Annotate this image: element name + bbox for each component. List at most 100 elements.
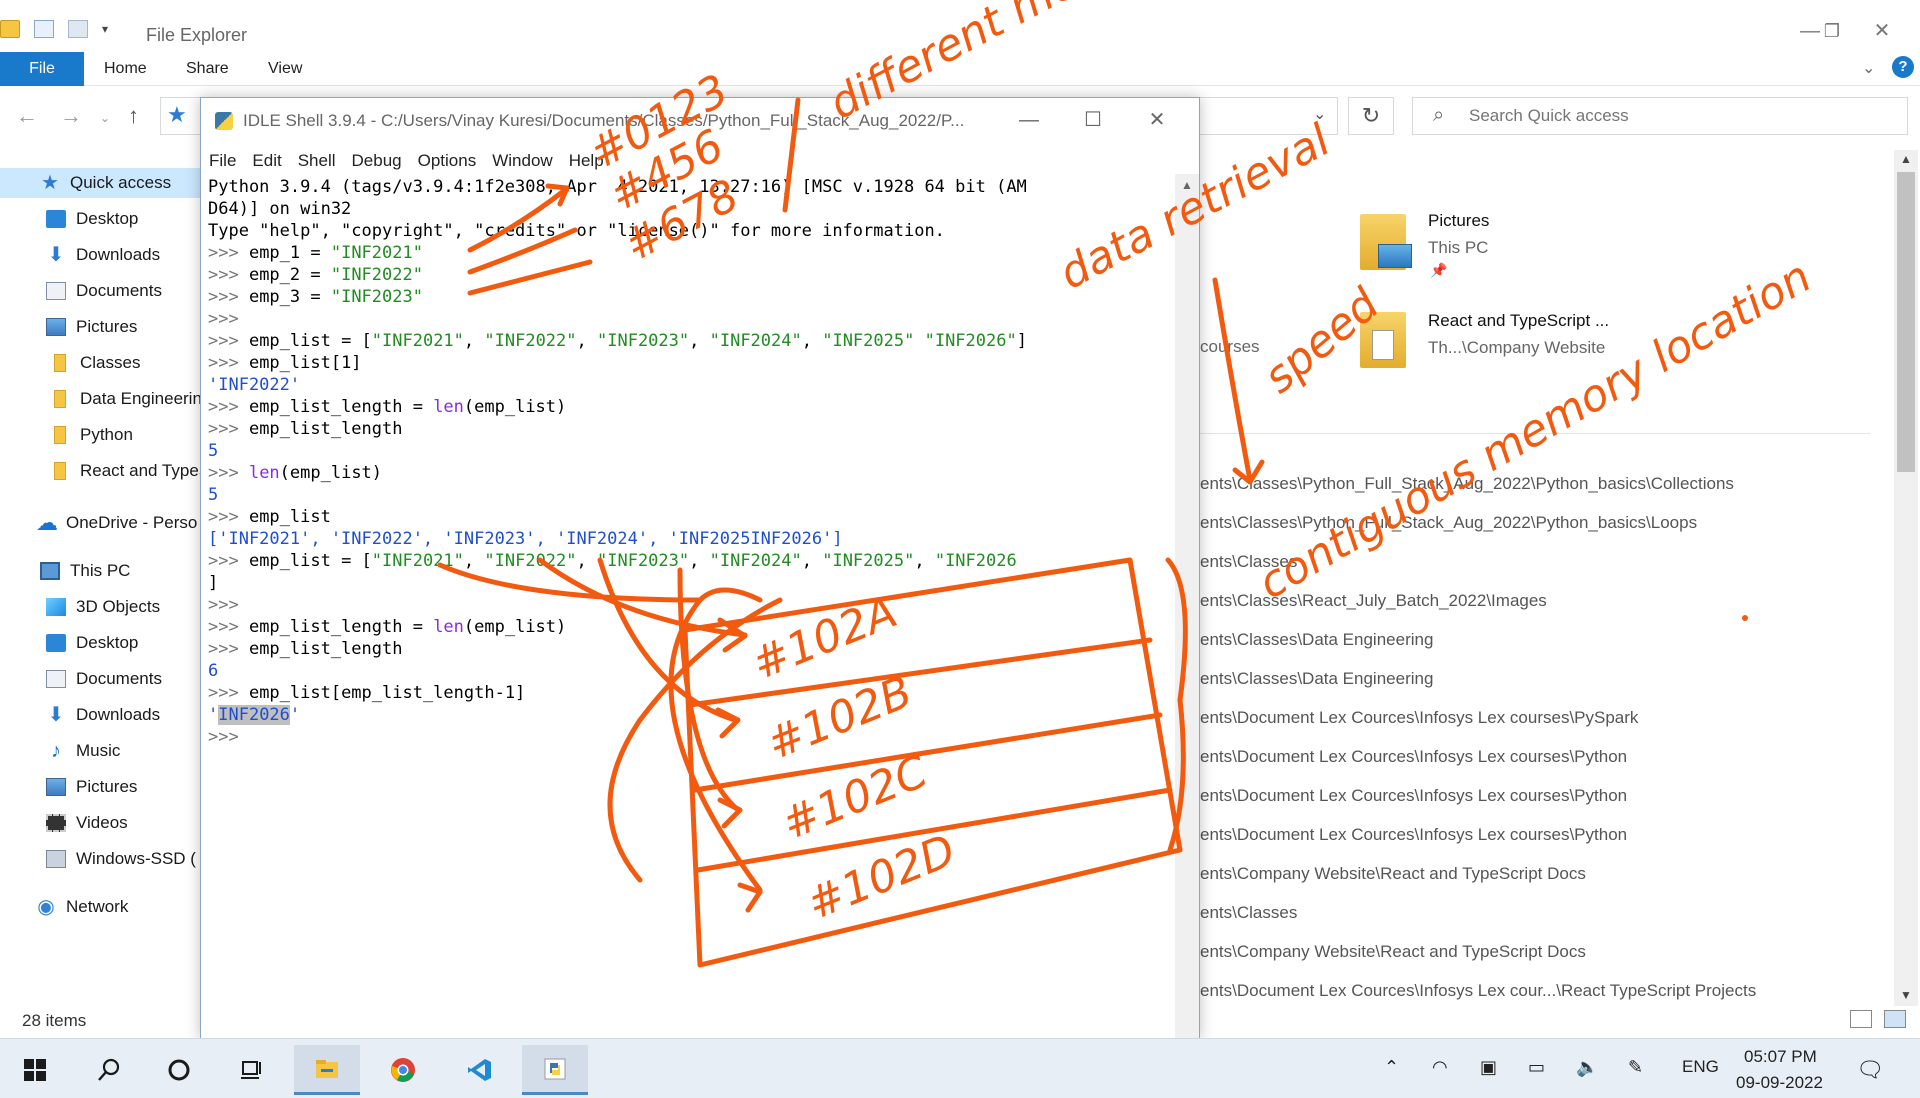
clock-date[interactable]: 09-09-2022 — [1736, 1073, 1823, 1093]
cortana-button[interactable] — [146, 1045, 212, 1095]
wifi-icon[interactable]: ◠ — [1432, 1057, 1448, 1078]
scroll-up-icon[interactable]: ▲ — [1894, 152, 1918, 166]
pen-icon[interactable]: ✎ — [1628, 1057, 1643, 1078]
chevron-down-icon[interactable]: ⌄ — [1313, 104, 1326, 124]
scroll-up-icon[interactable]: ▲ — [1175, 178, 1199, 192]
recent-file-path[interactable]: ents\Document Lex Cources\Infosys Lex co… — [1200, 786, 1627, 806]
recent-file-path[interactable]: ents\Classes\Data Engineering — [1200, 630, 1433, 650]
meet-now-icon[interactable]: ▣ — [1480, 1057, 1497, 1078]
shell-line: ['INF2021', 'INF2022', 'INF2023', 'INF20… — [208, 529, 843, 549]
taskbar-file-explorer[interactable] — [294, 1045, 360, 1095]
sidebar-item[interactable]: Pictures — [0, 312, 210, 342]
search-box[interactable]: ⌕ — [1412, 97, 1908, 135]
notifications-icon[interactable]: 🗨 — [1856, 1057, 1884, 1083]
idle-menu-help[interactable]: Help — [561, 148, 612, 174]
recent-file-path[interactable]: ents\Document Lex Cources\Infosys Lex co… — [1200, 981, 1756, 1001]
sidebar-item[interactable]: Desktop — [0, 204, 210, 234]
battery-icon[interactable]: ▭ — [1528, 1057, 1545, 1078]
sidebar-item-label: Videos — [76, 813, 128, 832]
sidebar-item[interactable]: Pictures — [0, 772, 210, 802]
new-folder-icon[interactable] — [68, 20, 88, 38]
task-view-button[interactable] — [218, 1045, 284, 1095]
recent-file-path[interactable]: ents\Document Lex Cources\Infosys Lex co… — [1200, 825, 1627, 845]
idle-menu-file[interactable]: File — [201, 148, 244, 174]
tab-view[interactable]: View — [252, 52, 318, 86]
minimize-button[interactable]: — — [1009, 106, 1049, 134]
recent-file-path[interactable]: ents\Classes\Data Engineering — [1200, 669, 1433, 689]
tab-share[interactable]: Share — [170, 52, 245, 86]
details-view-icon[interactable] — [1850, 1010, 1872, 1028]
taskbar-python-idle[interactable] — [522, 1045, 588, 1095]
sidebar-item[interactable]: This PC — [0, 556, 210, 586]
large-icons-view-icon[interactable] — [1884, 1010, 1906, 1028]
idle-window-title: IDLE Shell 3.9.4 - C:/Users/Vinay Kuresi… — [243, 111, 965, 130]
language-indicator[interactable]: ENG — [1682, 1057, 1719, 1077]
volume-icon[interactable]: 🔈 — [1576, 1057, 1598, 1078]
search-input[interactable] — [1469, 106, 1889, 126]
idle-menu-options[interactable]: Options — [410, 148, 485, 174]
folder-icon[interactable] — [0, 20, 20, 38]
sidebar-item[interactable]: ⬇ Downloads — [0, 700, 210, 730]
forward-arrow-icon[interactable]: → — [60, 103, 82, 129]
shell-line: ] — [208, 573, 219, 593]
start-button[interactable] — [2, 1045, 68, 1095]
recent-locations-icon[interactable]: ⌄ — [100, 111, 110, 125]
sidebar-item[interactable]: ★ Quick access — [0, 168, 210, 198]
show-hidden-icons-icon[interactable]: ⌃ — [1384, 1057, 1399, 1078]
sidebar-item[interactable]: ⬇ Downloads — [0, 240, 210, 270]
sidebar-item[interactable]: ☁ OneDrive - Perso — [0, 508, 210, 538]
sidebar-item[interactable]: Classes — [0, 348, 210, 378]
sidebar-item-label: 3D Objects — [76, 597, 161, 616]
idle-menu-window[interactable]: Window — [484, 148, 560, 174]
sidebar-item[interactable]: Documents — [0, 276, 210, 306]
sidebar-item[interactable]: React and TypeS — [0, 456, 210, 486]
sidebar-item[interactable]: ♪ Music — [0, 736, 210, 766]
up-arrow-icon[interactable]: ↑ — [128, 103, 139, 129]
scroll-down-icon[interactable]: ▼ — [1894, 988, 1918, 1002]
tab-home[interactable]: Home — [88, 52, 163, 86]
recent-file-path[interactable]: ents\Classes — [1200, 552, 1297, 572]
recent-file-path[interactable]: ents\Company Website\React and TypeScrip… — [1200, 942, 1586, 962]
shell-scrollbar[interactable]: ▲ — [1175, 174, 1199, 1038]
tab-file[interactable]: File — [0, 52, 84, 86]
refresh-button[interactable]: ↻ — [1348, 97, 1394, 135]
idle-menu-edit[interactable]: Edit — [244, 148, 289, 174]
close-button[interactable]: ✕ — [1137, 106, 1177, 134]
taskbar-vscode[interactable] — [446, 1045, 512, 1095]
sidebar-item[interactable]: Desktop — [0, 628, 210, 658]
sidebar-item[interactable]: Videos — [0, 808, 210, 838]
sidebar-item-label: Python — [80, 425, 133, 444]
search-button[interactable] — [76, 1045, 142, 1095]
vertical-scrollbar[interactable]: ▲ ▼ — [1894, 150, 1918, 1006]
sidebar-item[interactable]: Data Engineerin — [0, 384, 210, 414]
sidebar-item[interactable]: ◉ Network — [0, 892, 210, 922]
help-icon[interactable]: ? — [1892, 56, 1914, 78]
recent-file-path[interactable]: ents\Classes — [1200, 903, 1297, 923]
shell-output[interactable]: Python 3.9.4 (tags/v3.9.4:1f2e308, Apr 4… — [201, 176, 1173, 1038]
idle-menu-shell[interactable]: Shell — [290, 148, 344, 174]
back-arrow-icon[interactable]: ← — [16, 103, 38, 129]
chevron-down-icon[interactable]: ⌄ — [1862, 58, 1875, 78]
recent-file-path[interactable]: ents\Classes\Python_Full_Stack_Aug_2022\… — [1200, 474, 1734, 494]
idle-menu-debug[interactable]: Debug — [344, 148, 410, 174]
shell-line: >>> emp_3 = "INF2023" — [208, 287, 423, 307]
scrollbar-thumb[interactable] — [1897, 172, 1915, 472]
recent-file-path[interactable]: ents\Classes\React_July_Batch_2022\Image… — [1200, 591, 1547, 611]
recent-file-path[interactable]: ents\Company Website\React and TypeScrip… — [1200, 864, 1586, 884]
close-button[interactable]: ✕ — [1862, 16, 1902, 46]
maximize-button[interactable]: ☐ — [1073, 106, 1113, 134]
sidebar-item[interactable]: Documents — [0, 664, 210, 694]
restore-icon[interactable]: ❐ — [1812, 16, 1852, 46]
recent-file-path[interactable]: ents\Classes\Python_Full_Stack_Aug_2022\… — [1200, 513, 1697, 533]
shell-line: 'INF2026' — [208, 705, 301, 725]
sidebar-item[interactable]: 3D Objects — [0, 592, 210, 622]
recent-file-path[interactable]: ents\Document Lex Cources\Infosys Lex co… — [1200, 708, 1638, 728]
chevron-down-icon[interactable]: ▾ — [102, 22, 108, 36]
clock-time[interactable]: 05:07 PM — [1744, 1047, 1817, 1067]
music-icon: ♪ — [51, 740, 61, 762]
recent-file-path[interactable]: ents\Document Lex Cources\Infosys Lex co… — [1200, 747, 1627, 767]
taskbar-chrome[interactable] — [370, 1045, 436, 1095]
properties-icon[interactable] — [34, 20, 54, 38]
sidebar-item[interactable]: Windows-SSD ( — [0, 844, 210, 874]
sidebar-item[interactable]: Python — [0, 420, 210, 450]
